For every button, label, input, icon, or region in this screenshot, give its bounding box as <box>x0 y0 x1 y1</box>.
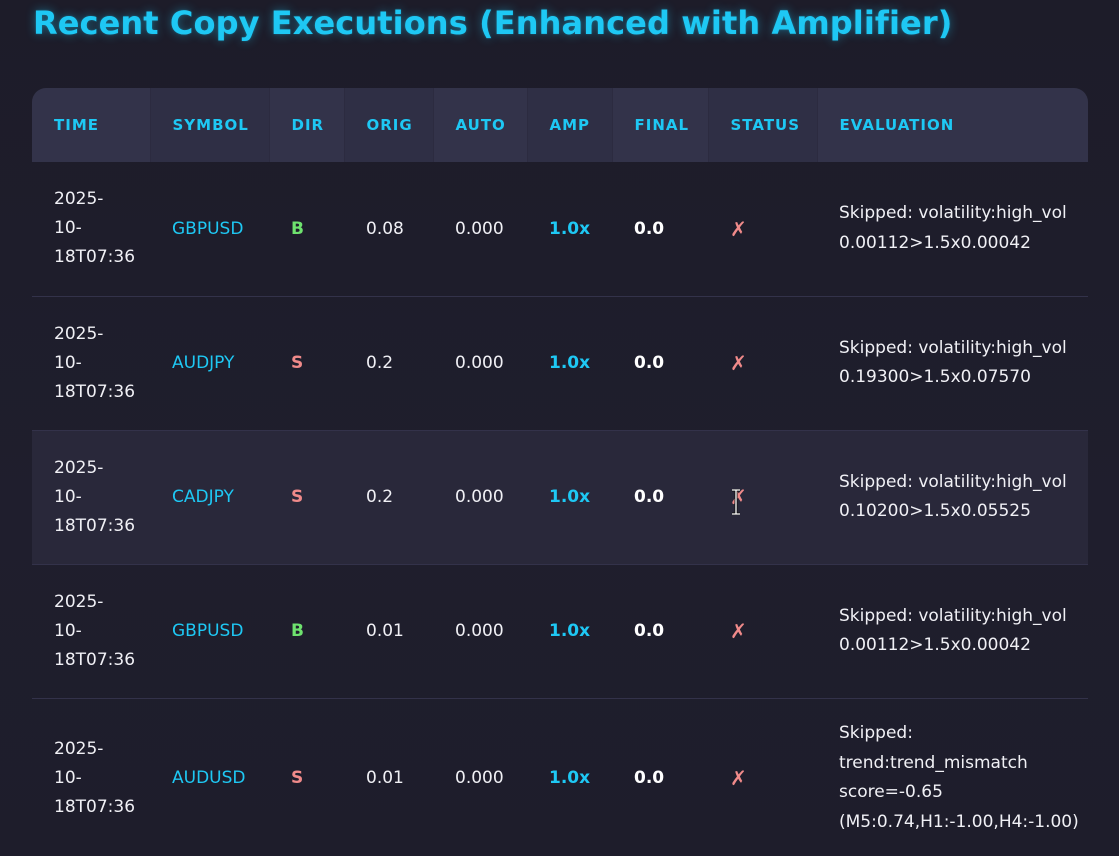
time-cell: 2025- 10- 18T07:36 <box>32 162 150 297</box>
evaluation-line: score=-0.65 <box>839 782 943 802</box>
column-header-final[interactable]: FINAL <box>612 88 709 162</box>
amp-cell: 1.0x <box>527 430 612 565</box>
evaluation-line: 0.00112>1.5x0.00042 <box>839 635 1031 655</box>
status-cell: ✗ <box>708 162 817 297</box>
evaluation-line: Skipped: volatility:high_vol <box>839 471 1067 492</box>
amp-cell: 1.0x <box>527 698 612 856</box>
status-cell: ✗ <box>708 698 817 856</box>
time-line: 2025- <box>54 189 104 210</box>
status-fail-icon: ✗ <box>730 351 747 375</box>
time-cell: 2025- 10- 18T07:36 <box>32 296 150 431</box>
evaluation-line: Skipped: volatility:high_vol <box>839 605 1067 626</box>
column-header-amp[interactable]: AMP <box>527 88 613 162</box>
column-header-orig[interactable]: ORIG <box>344 88 434 162</box>
table-row[interactable]: 2025- 10- 18T07:36 CADJPY S 0.2 0.000 1.… <box>32 430 1088 565</box>
direction-cell: S <box>269 698 344 856</box>
time-line: 10- <box>54 486 82 507</box>
column-header-symbol[interactable]: SYMBOL <box>150 88 270 162</box>
evaluation-line: 0.19300>1.5x0.07570 <box>839 367 1031 387</box>
symbol-cell: GBPUSD <box>150 162 269 297</box>
time-line: 2025- <box>54 323 104 344</box>
symbol-cell: AUDUSD <box>150 698 269 856</box>
column-header-time[interactable]: TIME <box>32 88 151 162</box>
table-row[interactable]: 2025- 10- 18T07:36 AUDJPY S 0.2 0.000 1.… <box>32 296 1088 431</box>
evaluation-cell: Skipped: volatility:high_vol 0.00112>1.5… <box>817 564 1088 699</box>
orig-cell: 0.08 <box>344 162 433 297</box>
final-cell: 0.0 <box>612 430 708 565</box>
symbol-cell: CADJPY <box>150 430 269 565</box>
executions-table-container: TIME SYMBOL DIR ORIG AUTO AMP FINAL STAT… <box>32 88 1088 856</box>
orig-cell: 0.2 <box>344 430 433 565</box>
symbol-cell: GBPUSD <box>150 564 269 699</box>
time-cell: 2025- 10- 18T07:36 <box>32 430 150 565</box>
time-line: 2025- <box>54 591 104 612</box>
amp-cell: 1.0x <box>527 296 612 431</box>
status-cell: ✗ <box>708 430 817 565</box>
final-cell: 0.0 <box>612 698 708 856</box>
time-line: 10- <box>54 218 82 239</box>
status-fail-icon: ✗ <box>730 619 747 643</box>
final-cell: 0.0 <box>612 564 708 699</box>
amp-cell: 1.0x <box>527 162 612 297</box>
auto-cell: 0.000 <box>433 430 527 565</box>
time-line: 18T07:36 <box>54 515 136 536</box>
evaluation-line: 0.00112>1.5x0.00042 <box>839 232 1031 253</box>
time-line: 18T07:36 <box>54 796 136 817</box>
amp-cell: 1.0x <box>527 564 612 699</box>
direction-cell: S <box>269 430 344 565</box>
evaluation-cell: Skipped: trend:trend_mismatch score=-0.6… <box>817 698 1088 856</box>
evaluation-line: trend:trend_mismatch <box>839 752 1028 773</box>
direction-cell: B <box>269 162 344 297</box>
executions-table: TIME SYMBOL DIR ORIG AUTO AMP FINAL STAT… <box>32 88 1088 856</box>
evaluation-line: Skipped: <box>839 723 913 743</box>
status-cell: ✗ <box>708 564 817 699</box>
column-header-dir[interactable]: DIR <box>269 88 345 162</box>
column-header-evaluation[interactable]: EVALUATION <box>817 88 1088 162</box>
page-title: Recent Copy Executions (Enhanced with Am… <box>33 4 953 42</box>
evaluation-cell: Skipped: volatility:high_vol 0.19300>1.5… <box>817 296 1088 431</box>
auto-cell: 0.000 <box>433 698 527 856</box>
time-line: 2025- <box>54 738 104 759</box>
time-line: 10- <box>54 620 82 641</box>
orig-cell: 0.2 <box>344 296 433 431</box>
orig-cell: 0.01 <box>344 698 433 856</box>
executions-page: Recent Copy Executions (Enhanced with Am… <box>0 0 1119 856</box>
time-line: 18T07:36 <box>54 381 136 402</box>
evaluation-line: 0.10200>1.5x0.05525 <box>839 501 1031 521</box>
direction-cell: S <box>269 296 344 431</box>
evaluation-cell: Skipped: volatility:high_vol 0.10200>1.5… <box>817 430 1088 565</box>
column-header-auto[interactable]: AUTO <box>433 88 528 162</box>
status-fail-icon: ✗ <box>730 766 747 790</box>
evaluation-cell: Skipped: volatility:high_vol 0.00112>1.5… <box>817 162 1088 297</box>
auto-cell: 0.000 <box>433 162 527 297</box>
table-row[interactable]: 2025- 10- 18T07:36 AUDUSD S 0.01 0.000 1… <box>32 698 1088 856</box>
auto-cell: 0.000 <box>433 296 527 431</box>
evaluation-line: Skipped: volatility:high_vol <box>839 337 1067 358</box>
table-row[interactable]: 2025- 10- 18T07:36 GBPUSD B 0.01 0.000 1… <box>32 564 1088 699</box>
time-line: 10- <box>54 767 82 788</box>
status-fail-icon: ✗ <box>730 216 747 241</box>
time-line: 18T07:36 <box>54 649 136 670</box>
symbol-cell: AUDJPY <box>150 296 269 431</box>
auto-cell: 0.000 <box>433 564 527 699</box>
final-cell: 0.0 <box>612 162 708 297</box>
table-row[interactable]: 2025- 10- 18T07:36 GBPUSD B 0.08 0.000 1… <box>32 162 1088 297</box>
status-cell: ✗ <box>708 296 817 431</box>
final-cell: 0.0 <box>612 296 708 431</box>
table-header-row: TIME SYMBOL DIR ORIG AUTO AMP FINAL STAT… <box>32 88 1088 162</box>
orig-cell: 0.01 <box>344 564 433 699</box>
evaluation-line: Skipped: volatility:high_vol <box>839 203 1067 224</box>
time-cell: 2025- 10- 18T07:36 <box>32 698 150 856</box>
time-line: 2025- <box>54 457 104 478</box>
column-header-status[interactable]: STATUS <box>708 88 818 162</box>
time-line: 10- <box>54 352 82 373</box>
time-line: 18T07:36 <box>54 247 136 268</box>
direction-cell: B <box>269 564 344 699</box>
time-cell: 2025- 10- 18T07:36 <box>32 564 150 699</box>
text-cursor-icon <box>732 489 740 515</box>
evaluation-line: (M5:0.74,H1:-1.00,H4:-1.00) <box>839 811 1079 832</box>
